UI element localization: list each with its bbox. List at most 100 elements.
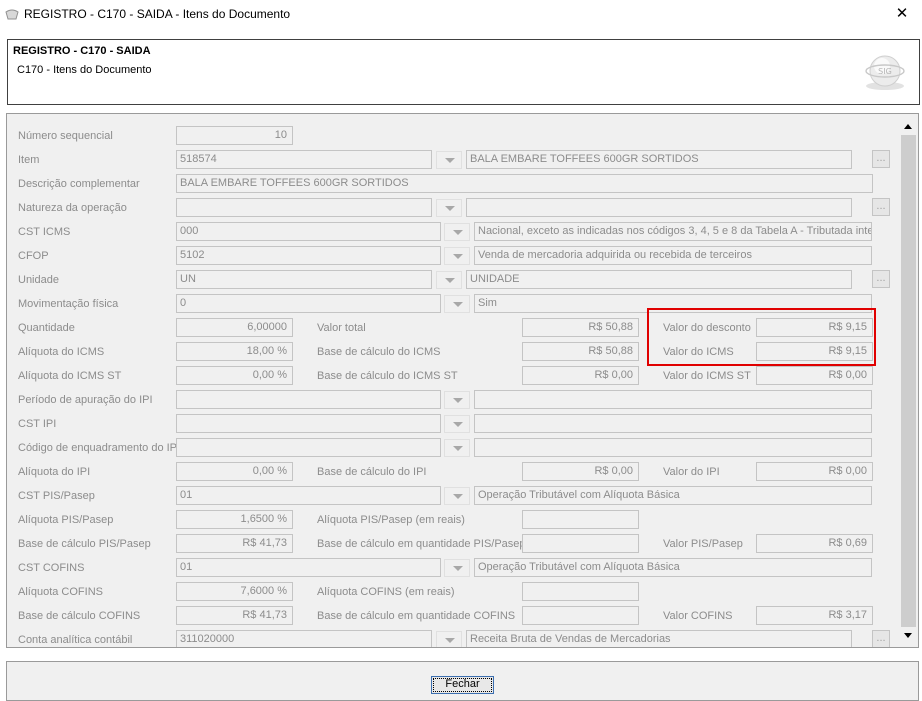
item-dropdown-button[interactable] [436, 151, 462, 169]
scroll-up-arrow-icon[interactable] [900, 118, 917, 135]
quantidade-field[interactable]: 6,00000 [176, 318, 293, 337]
close-button[interactable]: Fechar [431, 676, 494, 694]
valor-total-label: Valor total [317, 322, 366, 334]
base-calculo-cofins-label: Base de cálculo COFINS [18, 610, 141, 622]
base-calculo-qtd-pis-field[interactable] [522, 534, 639, 553]
item-description-field[interactable]: BALA EMBARE TOFFEES 600GR SORTIDOS [466, 150, 852, 169]
natureza-operacao-search-button[interactable]: ... [872, 198, 890, 216]
close-window-button[interactable]: ✕ [882, 0, 922, 30]
aliquota-ipi-label: Alíquota do IPI [18, 466, 91, 478]
codigo-enquadramento-ipi-dropdown-button[interactable] [444, 439, 470, 457]
unidade-search-button[interactable]: ... [872, 270, 890, 288]
cfop-code-field[interactable]: 5102 [176, 246, 441, 265]
conta-analitica-code-field[interactable]: 311020000 [176, 630, 432, 647]
window-title: REGISTRO - C170 - SAIDA - Itens do Docum… [24, 7, 291, 21]
cst-ipi-description-field[interactable] [474, 414, 872, 433]
movimentacao-fisica-code-field[interactable]: 0 [176, 294, 441, 313]
aliquota-cofins-reais-field[interactable] [522, 582, 639, 601]
vertical-scrollbar[interactable] [900, 118, 917, 644]
base-calculo-icms-st-field[interactable]: R$ 0,00 [522, 366, 639, 385]
cst-pis-description-field[interactable]: Operação Tributável com Alíquota Básica [474, 486, 872, 505]
cst-ipi-code-field[interactable] [176, 414, 441, 433]
header-panel: REGISTRO - C170 - SAIDA C170 - Itens do … [7, 39, 920, 105]
valor-cofins-label: Valor COFINS [663, 610, 733, 622]
descricao-complementar-label: Descrição complementar [18, 178, 140, 190]
cst-cofins-code-field[interactable]: 01 [176, 558, 441, 577]
conta-analitica-description-field[interactable]: Receita Bruta de Vendas de Mercadorias [466, 630, 852, 647]
title-bar: REGISTRO - C170 - SAIDA - Itens do Docum… [0, 0, 922, 30]
cfop-description-field[interactable]: Venda de mercadoria adquirida ou recebid… [474, 246, 872, 265]
scrollbar-thumb[interactable] [901, 135, 916, 627]
quantidade-label: Quantidade [18, 322, 75, 334]
aliquota-pis-field[interactable]: 1,6500 % [176, 510, 293, 529]
valor-pis-field[interactable]: R$ 0,69 [756, 534, 873, 553]
codigo-enquadramento-ipi-description-field[interactable] [474, 438, 872, 457]
movimentacao-fisica-dropdown-button[interactable] [444, 295, 470, 313]
item-code-field[interactable]: 518574 [176, 150, 432, 169]
descricao-complementar-field[interactable]: BALA EMBARE TOFFEES 600GR SORTIDOS [176, 174, 873, 193]
item-label: Item [18, 154, 40, 166]
valor-icms-st-field[interactable]: R$ 0,00 [756, 366, 873, 385]
periodo-apuracao-ipi-code-field[interactable] [176, 390, 441, 409]
aliquota-pis-label: Alíquota PIS/Pasep [18, 514, 114, 526]
aliquota-pis-reais-label: Alíquota PIS/Pasep (em reais) [317, 514, 465, 526]
cst-ipi-label: CST IPI [18, 418, 57, 430]
periodo-apuracao-ipi-label: Período de apuração do IPI [18, 394, 153, 406]
base-calculo-cofins-field[interactable]: R$ 41,73 [176, 606, 293, 625]
valor-cofins-field[interactable]: R$ 3,17 [756, 606, 873, 625]
aliquota-icms-st-label: Alíquota do ICMS ST [18, 370, 122, 382]
cst-pis-label: CST PIS/Pasep [18, 490, 95, 502]
unidade-description-field[interactable]: UNIDADE [466, 270, 852, 289]
cst-pis-code-field[interactable]: 01 [176, 486, 441, 505]
aliquota-ipi-field[interactable]: 0,00 % [176, 462, 293, 481]
natureza-operacao-code-field[interactable] [176, 198, 432, 217]
aliquota-cofins-reais-label: Alíquota COFINS (em reais) [317, 586, 455, 598]
base-calculo-qtd-cofins-field[interactable] [522, 606, 639, 625]
cst-icms-code-field[interactable]: 000 [176, 222, 441, 241]
codigo-enquadramento-ipi-label: Código de enquadramento do IPI [18, 442, 181, 454]
aliquota-icms-label: Alíquota do ICMS [18, 346, 105, 358]
valor-ipi-field[interactable]: R$ 0,00 [756, 462, 873, 481]
unidade-label: Unidade [18, 274, 59, 286]
periodo-apuracao-ipi-dropdown-button[interactable] [444, 391, 470, 409]
unidade-code-field[interactable]: UN [176, 270, 432, 289]
valor-ipi-label: Valor do IPI [663, 466, 720, 478]
cfop-dropdown-button[interactable] [444, 247, 470, 265]
conta-analitica-search-button[interactable]: ... [872, 630, 890, 647]
cst-pis-dropdown-button[interactable] [444, 487, 470, 505]
movimentacao-fisica-label: Movimentação física [18, 298, 119, 310]
numero-sequencial-field[interactable]: 10 [176, 126, 293, 145]
base-calculo-icms-label: Base de cálculo do ICMS [317, 346, 441, 358]
conta-analitica-dropdown-button[interactable] [436, 631, 462, 647]
conta-analitica-label: Conta analítica contábil [18, 634, 133, 646]
app-icon [5, 9, 19, 20]
unidade-dropdown-button[interactable] [436, 271, 462, 289]
codigo-enquadramento-ipi-code-field[interactable] [176, 438, 441, 457]
aliquota-icms-field[interactable]: 18,00 % [176, 342, 293, 361]
natureza-operacao-dropdown-button[interactable] [436, 199, 462, 217]
base-calculo-ipi-label: Base de cálculo do IPI [317, 466, 427, 478]
cst-cofins-dropdown-button[interactable] [444, 559, 470, 577]
item-search-button[interactable]: ... [872, 150, 890, 168]
base-calculo-icms-field[interactable]: R$ 50,88 [522, 342, 639, 361]
form-panel: Número sequencial 10 Item 518574 BALA EM… [6, 113, 919, 648]
valor-pis-label: Valor PIS/Pasep [663, 538, 743, 550]
highlight-box [647, 308, 876, 366]
natureza-operacao-label: Natureza da operação [18, 202, 127, 214]
aliquota-cofins-field[interactable]: 7,6000 % [176, 582, 293, 601]
scroll-down-arrow-icon[interactable] [900, 627, 917, 644]
cfop-label: CFOP [18, 250, 49, 262]
cst-cofins-description-field[interactable]: Operação Tributável com Alíquota Básica [474, 558, 872, 577]
base-calculo-ipi-field[interactable]: R$ 0,00 [522, 462, 639, 481]
base-calculo-pis-label: Base de cálculo PIS/Pasep [18, 538, 151, 550]
cst-icms-label: CST ICMS [18, 226, 71, 238]
periodo-apuracao-ipi-description-field[interactable] [474, 390, 872, 409]
base-calculo-pis-field[interactable]: R$ 41,73 [176, 534, 293, 553]
cst-ipi-dropdown-button[interactable] [444, 415, 470, 433]
valor-total-field[interactable]: R$ 50,88 [522, 318, 639, 337]
cst-icms-dropdown-button[interactable] [444, 223, 470, 241]
cst-icms-description-field[interactable]: Nacional, exceto as indicadas nos código… [474, 222, 872, 241]
aliquota-pis-reais-field[interactable] [522, 510, 639, 529]
aliquota-icms-st-field[interactable]: 0,00 % [176, 366, 293, 385]
natureza-operacao-description-field[interactable] [466, 198, 852, 217]
